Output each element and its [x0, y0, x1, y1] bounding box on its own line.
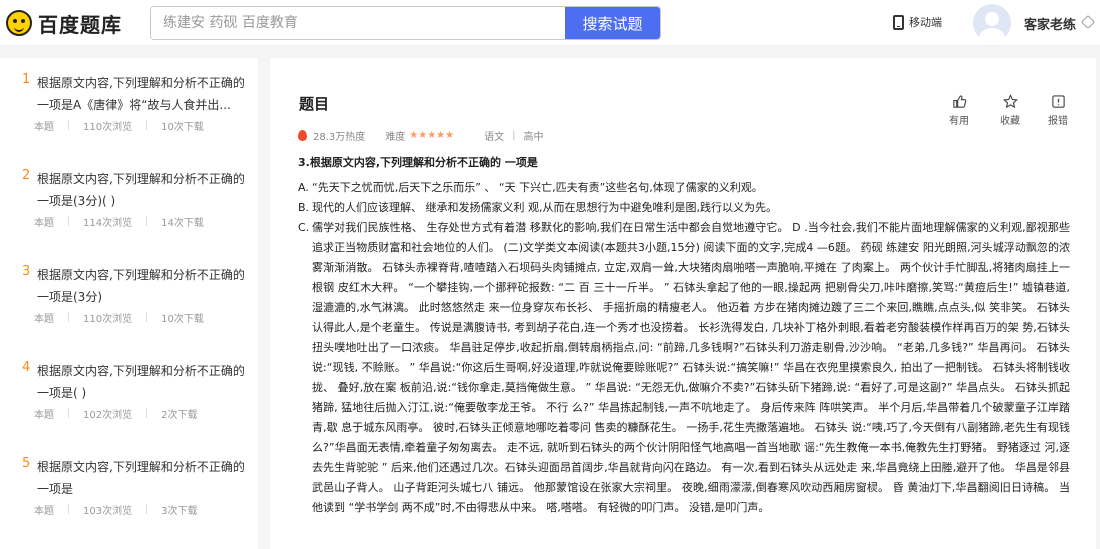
item-tag: 本题 — [34, 122, 54, 133]
item-number: 2 — [22, 168, 31, 183]
divider — [146, 312, 148, 322]
item-downloads: 3次下载 — [161, 506, 198, 517]
item-views: 110次浏览 — [83, 314, 133, 325]
difficulty-stars: ★★★★★ — [409, 130, 455, 141]
option-a: A. “先天下之忧而忧,后天下之乐而乐” 、 “天 下兴亡,匹夫有责”这些名句,… — [298, 178, 1070, 198]
item-tag: 本题 — [34, 218, 54, 229]
report-icon — [1051, 95, 1065, 108]
item-meta: 本题 114次浏览 14次下载 — [34, 214, 204, 229]
option-text: 儒学对我们民族性格、 生存处世方式有着潜 移默化的影响,我们在日常生活中都会自觉… — [312, 221, 1070, 514]
question-meta: 28.3万热度 难度 ★★★★★ 语文 | 高中 — [298, 128, 543, 143]
item-meta: 本题 102次浏览 2次下载 — [34, 406, 197, 421]
item-meta: 本题 103次浏览 3次下载 — [34, 502, 197, 517]
mobile-label: 移动端 — [909, 16, 942, 29]
item-downloads: 10次下载 — [161, 314, 204, 325]
option-key: B. — [298, 201, 310, 214]
fire-icon — [298, 130, 307, 141]
item-number: 1 — [22, 72, 31, 87]
item-downloads: 10次下载 — [161, 122, 204, 133]
divider — [68, 216, 69, 226]
item-title[interactable]: 根据原文内容,下列理解和分析不正确的一项是( ) — [37, 360, 249, 404]
report-error-button[interactable]: 报错 — [1048, 94, 1068, 127]
search-button[interactable]: 搜索试题 — [565, 7, 660, 39]
item-number: 3 — [22, 264, 31, 279]
divider — [146, 216, 148, 226]
item-downloads: 2次下载 — [161, 410, 198, 421]
question-heading: 题目 — [299, 95, 330, 113]
divider — [146, 504, 148, 514]
user-badge-icon[interactable] — [1080, 14, 1096, 30]
item-views: 102次浏览 — [83, 410, 133, 421]
heat-count: 28.3万热度 — [313, 132, 366, 143]
username[interactable]: 客家老练 — [1024, 14, 1076, 33]
question-body: 3.根据原文内容,下列理解和分析不正确的 一项是 A. “先天下之忧而忧,后天下… — [298, 153, 1070, 518]
search-input[interactable]: 练建安 药砚 百度教育 — [151, 7, 565, 39]
item-tag: 本题 — [34, 410, 54, 421]
logo-text: 百度题库 — [38, 12, 122, 37]
thumbs-up-icon — [952, 95, 966, 108]
option-key: C. — [298, 221, 310, 234]
item-number: 5 — [22, 456, 31, 471]
related-questions-sidebar: 1 根据原文内容,下列理解和分析不正确的一项是A《唐律》将“故与人食并出... … — [0, 58, 258, 549]
item-meta: 本题 110次浏览 10次下载 — [34, 118, 204, 133]
difficulty-label: 难度 — [385, 132, 406, 143]
divider — [68, 312, 69, 322]
mobile-link[interactable]: 移动端 — [893, 14, 942, 30]
item-title[interactable]: 根据原文内容,下列理解和分析不正确的一项是(3分) — [37, 264, 249, 308]
item-meta: 本题 110次浏览 10次下载 — [34, 310, 204, 325]
phone-icon — [893, 14, 904, 30]
useful-label: 有用 — [949, 116, 969, 127]
item-number: 4 — [22, 360, 31, 375]
item-downloads: 14次下载 — [161, 218, 204, 229]
item-views: 103次浏览 — [83, 506, 133, 517]
grade-label: 高中 — [523, 132, 544, 143]
item-views: 114次浏览 — [83, 218, 133, 229]
baidu-tiku-logo[interactable]: 百度题库 — [6, 8, 122, 38]
top-header: 百度题库 练建安 药砚 百度教育 搜索试题 移动端 客家老练 — [0, 0, 1100, 46]
item-title[interactable]: 根据原文内容,下列理解和分析不正确的一项是 — [37, 456, 249, 500]
divider — [146, 408, 148, 418]
favorite-label: 收藏 — [1000, 116, 1020, 127]
item-title[interactable]: 根据原文内容,下列理解和分析不正确的一项是(3分)( ) — [37, 168, 249, 212]
item-tag: 本题 — [34, 314, 54, 325]
subject-label: 语文 — [484, 132, 505, 143]
option-text: “先天下之忧而忧,后天下之乐而乐” 、 “天 下兴亡,匹夫有责”这些名句,体现了… — [312, 181, 763, 194]
divider — [68, 120, 69, 130]
question-stem: 3.根据原文内容,下列理解和分析不正确的 一项是 — [298, 156, 538, 169]
search-bar: 练建安 药砚 百度教育 搜索试题 — [150, 6, 661, 40]
question-panel: 题目 28.3万热度 难度 ★★★★★ 语文 | 高中 有用 收藏 报错 3.根… — [270, 58, 1096, 549]
divider — [146, 120, 148, 130]
report-label: 报错 — [1048, 116, 1068, 127]
divider: | — [512, 130, 516, 141]
useful-button[interactable]: 有用 — [949, 94, 969, 127]
star-icon — [1002, 94, 1018, 109]
option-c: C. 儒学对我们民族性格、 生存处世方式有着潜 移默化的影响,我们在日常生活中都… — [298, 218, 1070, 518]
divider — [68, 408, 69, 418]
item-views: 110次浏览 — [83, 122, 133, 133]
item-tag: 本题 — [34, 506, 54, 517]
option-text: 现代的人们应该理解、 继承和发扬儒家义利 观,从而在思想行为中避免唯利是图,践行… — [312, 201, 777, 214]
favorite-button[interactable]: 收藏 — [1000, 94, 1020, 127]
avatar[interactable] — [973, 4, 1011, 42]
option-b: B. 现代的人们应该理解、 继承和发扬儒家义利 观,从而在思想行为中避免唯利是图… — [298, 198, 1070, 218]
divider — [68, 504, 69, 514]
logo-face-icon — [6, 10, 32, 36]
option-key: A. — [298, 181, 309, 194]
item-title[interactable]: 根据原文内容,下列理解和分析不正确的一项是A《唐律》将“故与人食并出... — [37, 72, 249, 116]
